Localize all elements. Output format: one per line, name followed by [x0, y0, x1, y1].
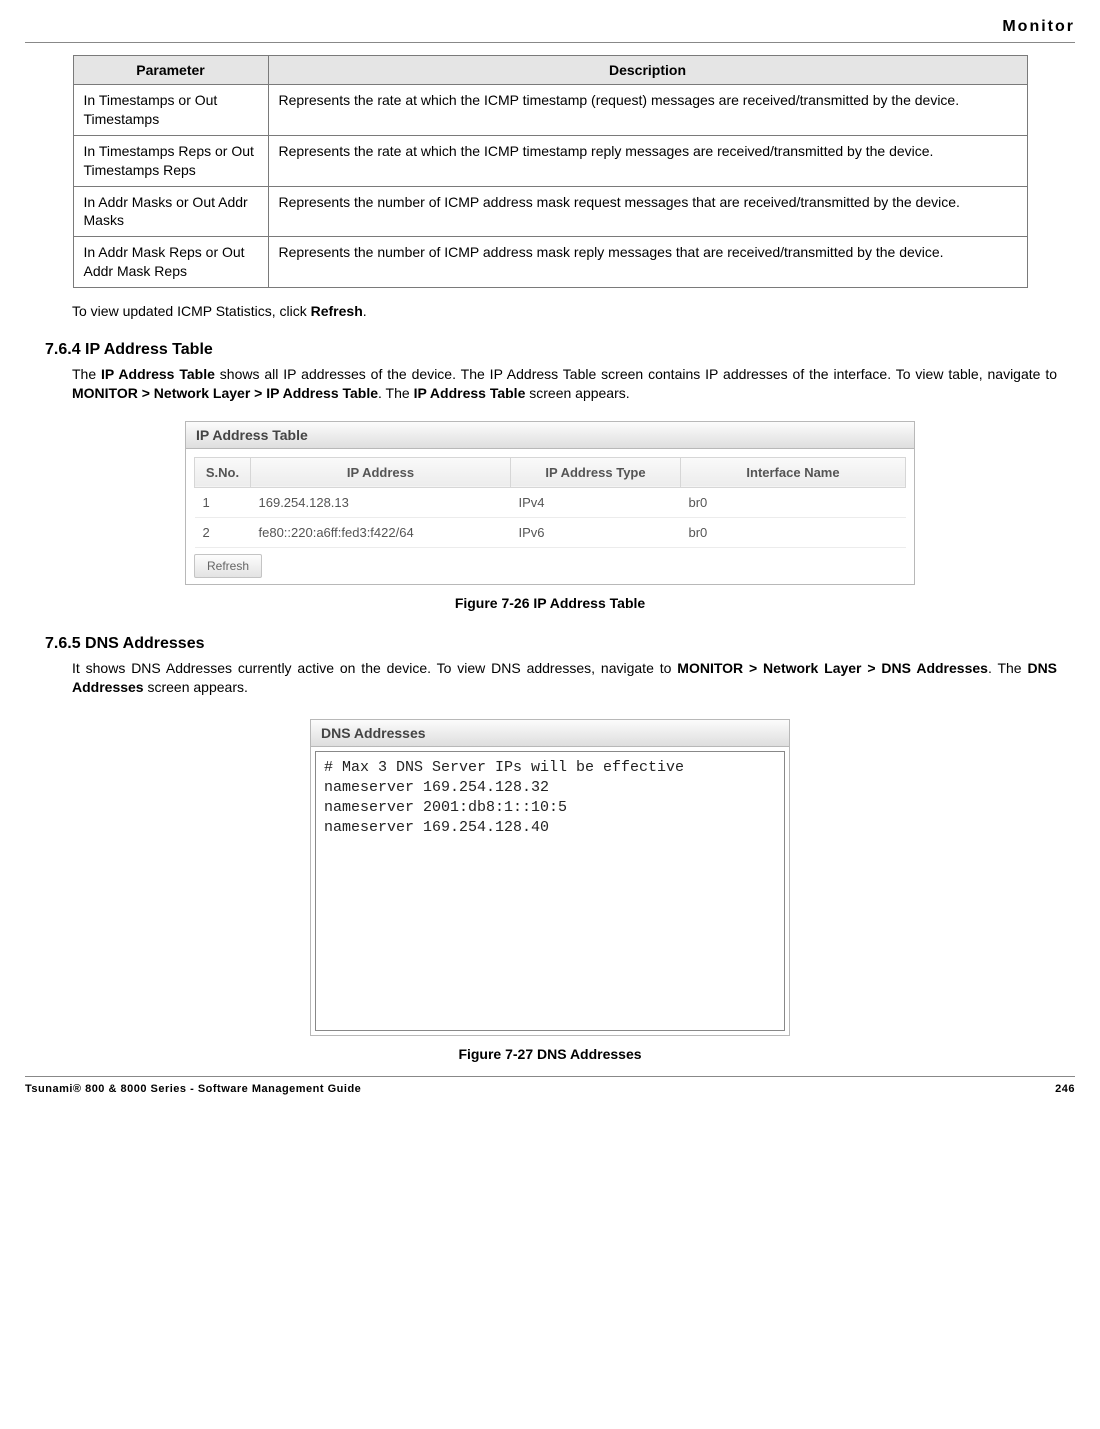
- table-row: 2 fe80::220:a6ff:fed3:f422/64 IPv6 br0: [195, 517, 906, 547]
- param-cell: In Addr Mask Reps or Out Addr Mask Reps: [73, 237, 268, 288]
- col-sno: S.No.: [195, 457, 251, 487]
- icmp-params-table: Parameter Description In Timestamps or O…: [73, 55, 1028, 288]
- ip-address-inner-table: S.No. IP Address IP Address Type Interfa…: [194, 457, 906, 548]
- text-bold: MONITOR > Network Layer > IP Address Tab…: [72, 385, 378, 401]
- cell-iface: br0: [681, 517, 906, 547]
- page-header-title: Monitor: [25, 0, 1075, 42]
- cell-type: IPv4: [511, 487, 681, 517]
- text-bold: MONITOR > Network Layer > DNS Addresses: [677, 660, 988, 676]
- text: screen appears.: [144, 679, 248, 695]
- table-row: In Addr Mask Reps or Out Addr Mask Reps …: [73, 237, 1027, 288]
- col-description: Description: [268, 56, 1027, 85]
- text-bold: IP Address Table: [101, 366, 215, 382]
- param-cell: In Timestamps Reps or Out Timestamps Rep…: [73, 135, 268, 186]
- cell-sno: 2: [195, 517, 251, 547]
- cell-sno: 1: [195, 487, 251, 517]
- desc-cell: Represents the number of ICMP address ma…: [268, 237, 1027, 288]
- text: shows all IP addresses of the device. Th…: [215, 366, 1057, 382]
- text: .: [363, 303, 367, 319]
- param-cell: In Addr Masks or Out Addr Masks: [73, 186, 268, 237]
- param-cell: In Timestamps or Out Timestamps: [73, 85, 268, 136]
- section-7-6-4-heading: 7.6.4 IP Address Table: [25, 331, 1075, 365]
- table-row: In Addr Masks or Out Addr Masks Represen…: [73, 186, 1027, 237]
- dns-content-box: # Max 3 DNS Server IPs will be effective…: [315, 751, 785, 1031]
- table-row: In Timestamps or Out Timestamps Represen…: [73, 85, 1027, 136]
- refresh-button[interactable]: Refresh: [194, 554, 262, 578]
- desc-cell: Represents the rate at which the ICMP ti…: [268, 135, 1027, 186]
- desc-cell: Represents the rate at which the ICMP ti…: [268, 85, 1027, 136]
- page-footer: Tsunami® 800 & 8000 Series - Software Ma…: [25, 1076, 1075, 1095]
- ip-address-table-panel: IP Address Table S.No. IP Address IP Add…: [185, 421, 915, 585]
- col-interface-name: Interface Name: [681, 457, 906, 487]
- footer-left: Tsunami® 800 & 8000 Series - Software Ma…: [25, 1083, 361, 1095]
- text: To view updated ICMP Statistics, click: [72, 303, 311, 319]
- cell-addr: fe80::220:a6ff:fed3:f422/64: [251, 517, 511, 547]
- panel-title: DNS Addresses: [311, 720, 789, 747]
- text: screen appears.: [525, 385, 629, 401]
- ip-address-table-description: The IP Address Table shows all IP addres…: [25, 365, 1075, 403]
- col-parameter: Parameter: [73, 56, 268, 85]
- dns-addresses-description: It shows DNS Addresses currently active …: [25, 659, 1075, 697]
- panel-title: IP Address Table: [186, 422, 914, 449]
- footer-page-number: 246: [1055, 1083, 1075, 1095]
- figure-7-27-caption: Figure 7-27 DNS Addresses: [25, 1046, 1075, 1062]
- col-ip-type: IP Address Type: [511, 457, 681, 487]
- dns-addresses-panel: DNS Addresses # Max 3 DNS Server IPs wil…: [310, 719, 790, 1036]
- refresh-note: To view updated ICMP Statistics, click R…: [25, 302, 1075, 321]
- refresh-bold: Refresh: [311, 303, 363, 319]
- table-row: In Timestamps Reps or Out Timestamps Rep…: [73, 135, 1027, 186]
- header-rule: [25, 42, 1075, 43]
- cell-type: IPv6: [511, 517, 681, 547]
- text: It shows DNS Addresses currently active …: [72, 660, 677, 676]
- text-bold: IP Address Table: [414, 385, 526, 401]
- text: . The: [378, 385, 414, 401]
- figure-7-26-caption: Figure 7-26 IP Address Table: [25, 595, 1075, 611]
- text: The: [72, 366, 101, 382]
- cell-addr: 169.254.128.13: [251, 487, 511, 517]
- text: . The: [988, 660, 1028, 676]
- table-row: 1 169.254.128.13 IPv4 br0: [195, 487, 906, 517]
- col-ip-address: IP Address: [251, 457, 511, 487]
- section-7-6-5-heading: 7.6.5 DNS Addresses: [25, 625, 1075, 659]
- cell-iface: br0: [681, 487, 906, 517]
- desc-cell: Represents the number of ICMP address ma…: [268, 186, 1027, 237]
